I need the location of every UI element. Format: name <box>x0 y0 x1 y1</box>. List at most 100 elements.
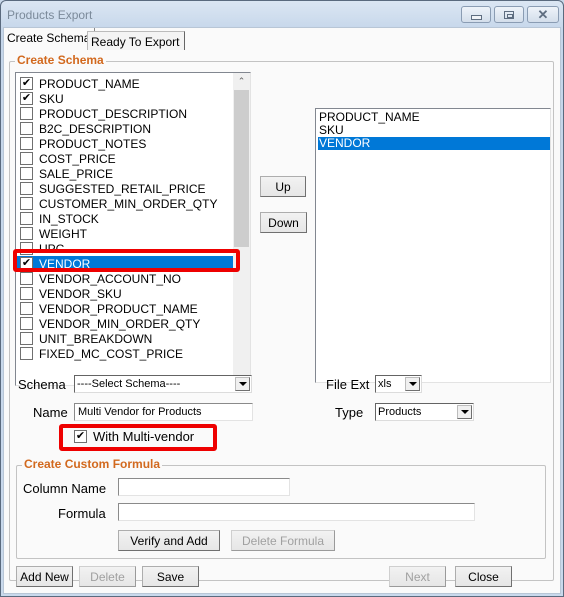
field-list-item[interactable]: COST_PRICE <box>16 151 234 166</box>
column-name-label: Column Name <box>23 481 107 496</box>
checkbox-unchecked-icon[interactable] <box>20 287 33 300</box>
field-list-item[interactable]: IN_STOCK <box>16 211 234 226</box>
field-list-item-label: VENDOR_MIN_ORDER_QTY <box>39 316 201 331</box>
checkbox-checked-icon[interactable]: ✔ <box>20 257 33 270</box>
chevron-down-icon <box>460 410 469 414</box>
field-list-item-label: SALE_PRICE <box>39 166 114 181</box>
checkbox-unchecked-icon[interactable] <box>20 347 33 360</box>
field-list-item-label: VENDOR_SKU <box>39 286 122 301</box>
field-list-item[interactable]: ✔ SKU <box>16 91 234 106</box>
next-button[interactable]: Next <box>389 566 446 587</box>
type-dropdown-button[interactable] <box>457 405 472 419</box>
checkbox-checked-icon[interactable]: ✔ <box>20 77 33 90</box>
custom-formula-legend: Create Custom Formula <box>22 457 163 471</box>
file-ext-value: xls <box>378 378 392 390</box>
checkbox-unchecked-icon[interactable] <box>20 167 33 180</box>
field-list-item-label: FIXED_MC_COST_PRICE <box>39 346 184 361</box>
column-name-input[interactable] <box>118 478 290 496</box>
minimize-button[interactable] <box>461 6 491 23</box>
checkbox-unchecked-icon[interactable] <box>20 302 33 315</box>
field-list-item[interactable]: PRODUCT_DESCRIPTION <box>16 106 234 121</box>
field-list-item-label: PRODUCT_NOTES <box>39 136 147 151</box>
selected-fields-list[interactable]: PRODUCT_NAME SKU VENDOR <box>315 108 551 383</box>
products-export-window: Products Export ✕ Create Schema Ready To… <box>0 0 564 597</box>
save-button[interactable]: Save <box>142 566 199 587</box>
field-list-item-label: UPC <box>39 241 65 256</box>
checkbox-unchecked-icon[interactable] <box>20 107 33 120</box>
chevron-down-icon <box>408 382 417 386</box>
field-list-item[interactable]: ✔ VENDOR <box>16 256 234 271</box>
checkbox-unchecked-icon[interactable] <box>20 242 33 255</box>
field-list-item-label: COST_PRICE <box>39 151 116 166</box>
scroll-up-icon[interactable]: ⌃ <box>233 73 250 90</box>
selected-list-item[interactable]: PRODUCT_NAME <box>318 111 550 124</box>
delete-formula-button[interactable]: Delete Formula <box>231 530 335 551</box>
field-list-item[interactable]: VENDOR_MIN_ORDER_QTY <box>16 316 234 331</box>
checkbox-unchecked-icon[interactable] <box>20 227 33 240</box>
checkbox-unchecked-icon[interactable] <box>20 212 33 225</box>
field-list-item[interactable]: FIXED_MC_COST_PRICE <box>16 346 234 361</box>
checkbox-unchecked-icon[interactable] <box>20 332 33 345</box>
move-down-button[interactable]: Down <box>260 212 307 233</box>
field-list-item[interactable]: UNIT_BREAKDOWN <box>16 331 234 346</box>
schema-dropdown-button[interactable] <box>235 377 250 391</box>
close-icon: ✕ <box>537 7 549 22</box>
field-list-item[interactable]: B2C_DESCRIPTION <box>16 121 234 136</box>
checkbox-unchecked-icon[interactable] <box>20 122 33 135</box>
checkbox-checked-icon[interactable]: ✔ <box>20 92 33 105</box>
close-button[interactable]: Close <box>455 566 512 587</box>
schema-select[interactable]: ----Select Schema---- <box>74 375 252 393</box>
chevron-down-icon <box>238 382 247 386</box>
field-list-scrollbar[interactable]: ⌃ ⌄ <box>233 73 250 385</box>
multi-vendor-check-icon[interactable]: ✔ <box>74 430 87 443</box>
type-select[interactable]: Products <box>375 403 474 421</box>
close-window-button[interactable]: ✕ <box>527 6 559 23</box>
multi-vendor-checkbox[interactable]: ✔ With Multi-vendor <box>74 429 194 444</box>
create-schema-legend: Create Schema <box>15 53 106 67</box>
field-list-item[interactable]: VENDOR_ACCOUNT_NO <box>16 271 234 286</box>
field-list-item[interactable]: VENDOR_PRODUCT_NAME <box>16 301 234 316</box>
file-ext-select[interactable]: xls <box>375 375 422 393</box>
field-list-item[interactable]: PRODUCT_NOTES <box>16 136 234 151</box>
verify-and-add-button[interactable]: Verify and Add <box>118 530 220 551</box>
schema-name-input[interactable]: Multi Vendor for Products <box>74 403 253 421</box>
name-label: Name <box>33 405 68 420</box>
selected-list-item[interactable]: VENDOR <box>318 137 550 150</box>
tab-ready-to-export[interactable]: Ready To Export <box>87 31 185 50</box>
scroll-thumb[interactable] <box>234 90 249 247</box>
formula-input[interactable] <box>118 503 475 521</box>
field-list-item[interactable]: CUSTOMER_MIN_ORDER_QTY <box>16 196 234 211</box>
schema-select-value: ----Select Schema---- <box>77 378 181 390</box>
tab-create-schema[interactable]: Create Schema <box>4 28 96 50</box>
checkbox-unchecked-icon[interactable] <box>20 182 33 195</box>
formula-label: Formula <box>58 506 106 521</box>
field-list-item[interactable]: WEIGHT <box>16 226 234 241</box>
field-list-item[interactable]: SALE_PRICE <box>16 166 234 181</box>
checkbox-unchecked-icon[interactable] <box>20 197 33 210</box>
field-list-item-label: PRODUCT_DESCRIPTION <box>39 106 188 121</box>
field-checklist[interactable]: FIXED_MC_COST_PRICE UNIT_BREAKDOWN VENDOR_… <box>15 72 251 386</box>
checkbox-unchecked-icon[interactable] <box>20 272 33 285</box>
file-ext-dropdown-button[interactable] <box>405 377 420 391</box>
window-title: Products Export <box>7 8 93 22</box>
field-list-item[interactable]: SUGGESTED_RETAIL_PRICE <box>16 181 234 196</box>
field-list-item[interactable]: UPC <box>16 241 234 256</box>
checkbox-unchecked-icon[interactable] <box>20 137 33 150</box>
delete-button[interactable]: Delete <box>79 566 136 587</box>
field-list-item[interactable]: ✔ PRODUCT_NAME <box>16 76 234 91</box>
field-list-item[interactable]: VENDOR_SKU <box>16 286 234 301</box>
field-list-item-label: B2C_DESCRIPTION <box>39 121 152 136</box>
minimize-icon <box>470 14 482 20</box>
field-list-item-label: SUGGESTED_RETAIL_PRICE <box>39 181 206 196</box>
checkbox-unchecked-icon[interactable] <box>20 152 33 165</box>
multi-vendor-label: With Multi-vendor <box>93 429 195 444</box>
add-new-button[interactable]: Add New <box>16 566 73 587</box>
field-list-item-label: VENDOR <box>39 256 91 271</box>
title-bar[interactable]: Products Export ✕ <box>1 1 563 28</box>
field-list-item-label: VENDOR_ACCOUNT_NO <box>39 271 182 286</box>
checkbox-unchecked-icon[interactable] <box>20 317 33 330</box>
move-up-button[interactable]: Up <box>260 176 306 197</box>
tab-strip: Create Schema Ready To Export <box>4 28 560 50</box>
maximize-button[interactable] <box>494 6 524 23</box>
field-list-item-label: IN_STOCK <box>39 211 99 226</box>
